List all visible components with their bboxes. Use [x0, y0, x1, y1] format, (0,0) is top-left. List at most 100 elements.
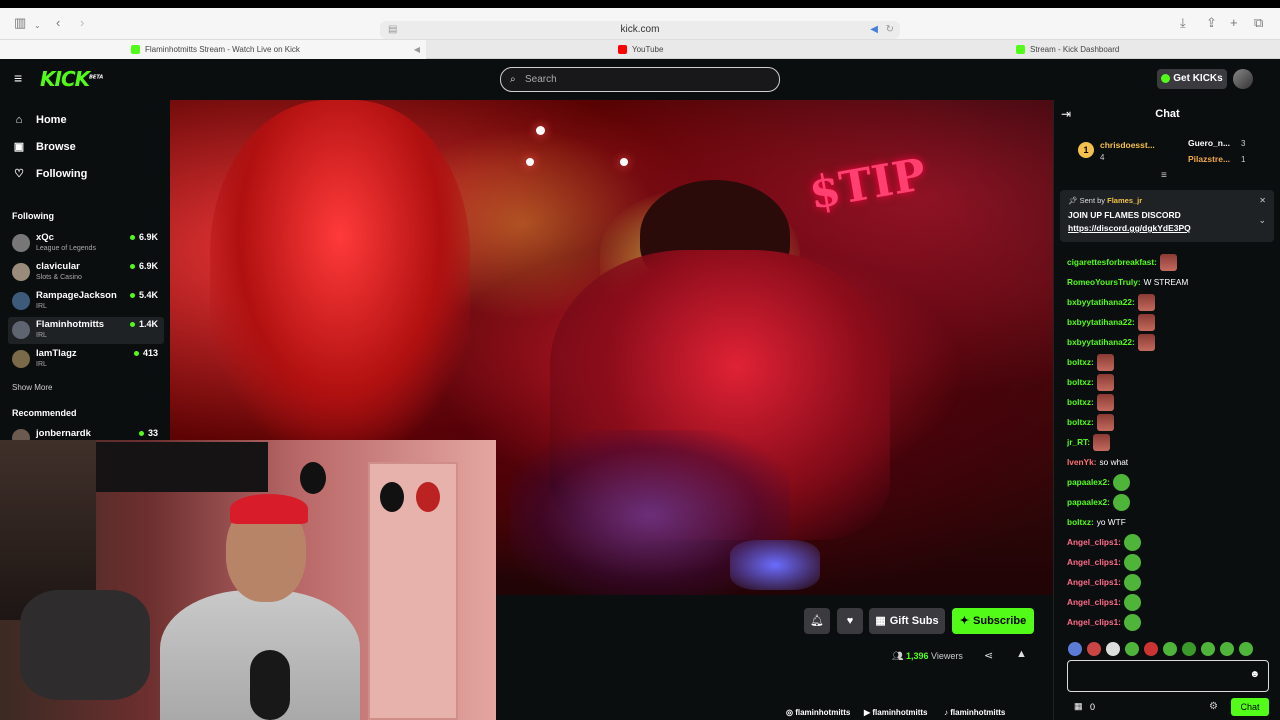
instagram-link[interactable]: ◎ flaminhotmitts [786, 708, 850, 717]
get-kicks-button[interactable]: Get KICKs [1157, 69, 1227, 89]
chat-message: jr_RT: [1067, 432, 1111, 452]
leaderboard-name[interactable]: chrisdoesst... [1100, 140, 1155, 150]
report-icon[interactable]: ▲ [1016, 648, 1027, 660]
emote-icon[interactable] [1087, 642, 1101, 656]
chat-username[interactable]: Angel_clips1: [1067, 617, 1121, 627]
chat-username[interactable]: bxbyytatihana22: [1067, 337, 1135, 347]
emote-icon[interactable] [1144, 642, 1158, 656]
emoji-icon[interactable]: ☻ [1249, 669, 1260, 680]
tab-kick-dashboard[interactable]: Stream - Kick Dashboard [854, 40, 1280, 59]
leaderboard-rank-badge: 1 [1078, 142, 1094, 158]
forward-icon[interactable]: › [80, 15, 84, 31]
chat-username[interactable]: IvenYk: [1067, 457, 1097, 467]
subscribe-button[interactable]: ✦ Subscribe [952, 608, 1034, 634]
emote-icon[interactable] [1125, 642, 1139, 656]
sidebar-item-home[interactable]: ⌂ Home [12, 111, 67, 129]
chat-username[interactable]: Angel_clips1: [1067, 537, 1121, 547]
pinned-sender[interactable]: Flames_jr [1107, 196, 1142, 205]
gift-subs-button[interactable]: ▦ Gift Subs [869, 608, 945, 634]
gear-icon[interactable]: ⚙ [1209, 701, 1218, 712]
chat-input[interactable]: ☻ [1067, 660, 1269, 692]
leaderboard-name[interactable]: Pilazstre... [1188, 154, 1230, 164]
sidebar-item-following[interactable]: ♡ Following [12, 165, 87, 183]
speaker-icon[interactable]: ◀ [870, 21, 878, 39]
chat-username[interactable]: boltxz: [1067, 417, 1094, 427]
emote-icon[interactable] [1239, 642, 1253, 656]
chat-username[interactable]: papaalex2: [1067, 477, 1110, 487]
back-icon[interactable]: ‹ [56, 15, 60, 31]
notification-bell-button[interactable]: 🔔︎ [804, 608, 830, 634]
address-bar[interactable]: kick.com ▤ ◀ ↻ [380, 21, 900, 39]
emote-icon[interactable] [1220, 642, 1234, 656]
channel-name: RampageJackson [36, 290, 117, 301]
share-icon[interactable]: ⋖ [984, 649, 993, 662]
chat-username[interactable]: cigarettesforbreakfast: [1067, 257, 1157, 267]
chat-username[interactable]: bxbyytatihana22: [1067, 297, 1135, 307]
chat-username[interactable]: boltxz: [1067, 377, 1094, 387]
leaderboard-name[interactable]: Guero_n... [1188, 138, 1230, 148]
recommended-channel-jonbernardk[interactable]: jonbernardk 33 [8, 426, 164, 440]
share-icon[interactable]: ⇪ [1206, 15, 1217, 31]
chat-username[interactable]: jr_RT: [1067, 437, 1090, 447]
youtube-link[interactable]: ▶ flaminhotmitts [864, 708, 927, 717]
emote-icon[interactable] [1182, 642, 1196, 656]
tab-kick-stream[interactable]: Flaminhotmitts Stream - Watch Live on Ki… [0, 40, 426, 59]
chat-username[interactable]: bxbyytatihana22: [1067, 317, 1135, 327]
new-tab-icon[interactable]: + [1230, 15, 1238, 31]
nav-label: Following [36, 168, 88, 180]
tab-title: YouTube [632, 45, 664, 54]
unpin-icon[interactable]: ✕ [1259, 196, 1266, 205]
tab-youtube[interactable]: YouTube [427, 40, 853, 59]
channel-category: League of Legends [36, 245, 96, 252]
pinned-message: 📌︎ Sent by Flames_jr JOIN UP FLAMES DISC… [1060, 190, 1274, 242]
following-channel-flaminhotmitts[interactable]: Flaminhotmitts IRL 1.4K [8, 317, 164, 344]
reload-icon[interactable]: ↻ [886, 21, 894, 39]
chevron-down-icon[interactable]: ⌄ [1258, 215, 1266, 226]
download-icon[interactable]: ⤓ [1180, 15, 1186, 31]
webcam-overlay [0, 440, 496, 720]
browse-icon: ▣ [13, 141, 25, 153]
emote-icon[interactable] [1201, 642, 1215, 656]
webcam-microphone [250, 650, 290, 720]
following-channel-rampagejackson[interactable]: RampageJackson IRL 5.4K [8, 288, 164, 315]
recommended-title: Recommended [12, 408, 77, 418]
chat-message: Angel_clips1: [1067, 612, 1141, 632]
emote-icon[interactable] [1106, 642, 1120, 656]
show-more-link[interactable]: Show More [12, 383, 52, 392]
chat-username[interactable]: boltxz: [1067, 517, 1094, 527]
social-handle: flaminhotmitts [872, 708, 928, 717]
chat-username[interactable]: boltxz: [1067, 397, 1094, 407]
kicks-balance-icon[interactable]: ▦ [1074, 701, 1083, 712]
following-channel-clavicular[interactable]: clavicular Slots & Casino 6.9K [8, 259, 164, 286]
following-channel-iamtlagz[interactable]: IamTlagz IRL 413 [8, 346, 164, 373]
following-channel-xqc[interactable]: xQc League of Legends 6.9K [8, 230, 164, 257]
chat-username[interactable]: papaalex2: [1067, 497, 1110, 507]
sidebar-toggle-icon[interactable]: ▥ [14, 15, 26, 31]
chat-username[interactable]: Angel_clips1: [1067, 597, 1121, 607]
video-light-dot [620, 158, 628, 166]
menu-icon[interactable]: ≡ [14, 70, 22, 86]
emote-bar [1068, 642, 1278, 658]
speaker-icon[interactable]: ◀ [414, 40, 420, 59]
avatar[interactable] [1233, 69, 1253, 89]
kick-logo[interactable]: KICKBETA [40, 67, 103, 91]
viewer-counter: 👥︎ 1,396 Viewers [892, 651, 963, 662]
site-header: ≡ KICKBETA ⌕ Search Get KICKs [0, 59, 1280, 100]
tabs-overview-icon[interactable]: ⧉ [1254, 15, 1263, 31]
send-chat-button[interactable]: Chat [1231, 698, 1269, 716]
expand-leaderboard-icon[interactable]: ≡ [1161, 170, 1167, 181]
chat-username[interactable]: Angel_clips1: [1067, 577, 1121, 587]
follow-button[interactable]: ♥ [837, 608, 863, 634]
emote-icon[interactable] [1068, 642, 1082, 656]
chat-username[interactable]: RomeoYoursTruly: [1067, 277, 1141, 287]
chat-message: Angel_clips1: [1067, 572, 1141, 592]
chat-username[interactable]: Angel_clips1: [1067, 557, 1121, 567]
search-input[interactable]: ⌕ Search [500, 67, 780, 92]
viewer-count: 413 [134, 348, 158, 358]
chat-username[interactable]: boltxz: [1067, 357, 1094, 367]
pinned-link[interactable]: https://discord.gg/dgkYdE3PQ [1068, 223, 1266, 233]
tiktok-link[interactable]: ♪ flaminhotmitts [944, 708, 1005, 717]
emote-icon[interactable] [1163, 642, 1177, 656]
chevron-down-icon[interactable]: ⌄ [34, 18, 41, 34]
sidebar-item-browse[interactable]: ▣ Browse [12, 138, 76, 156]
